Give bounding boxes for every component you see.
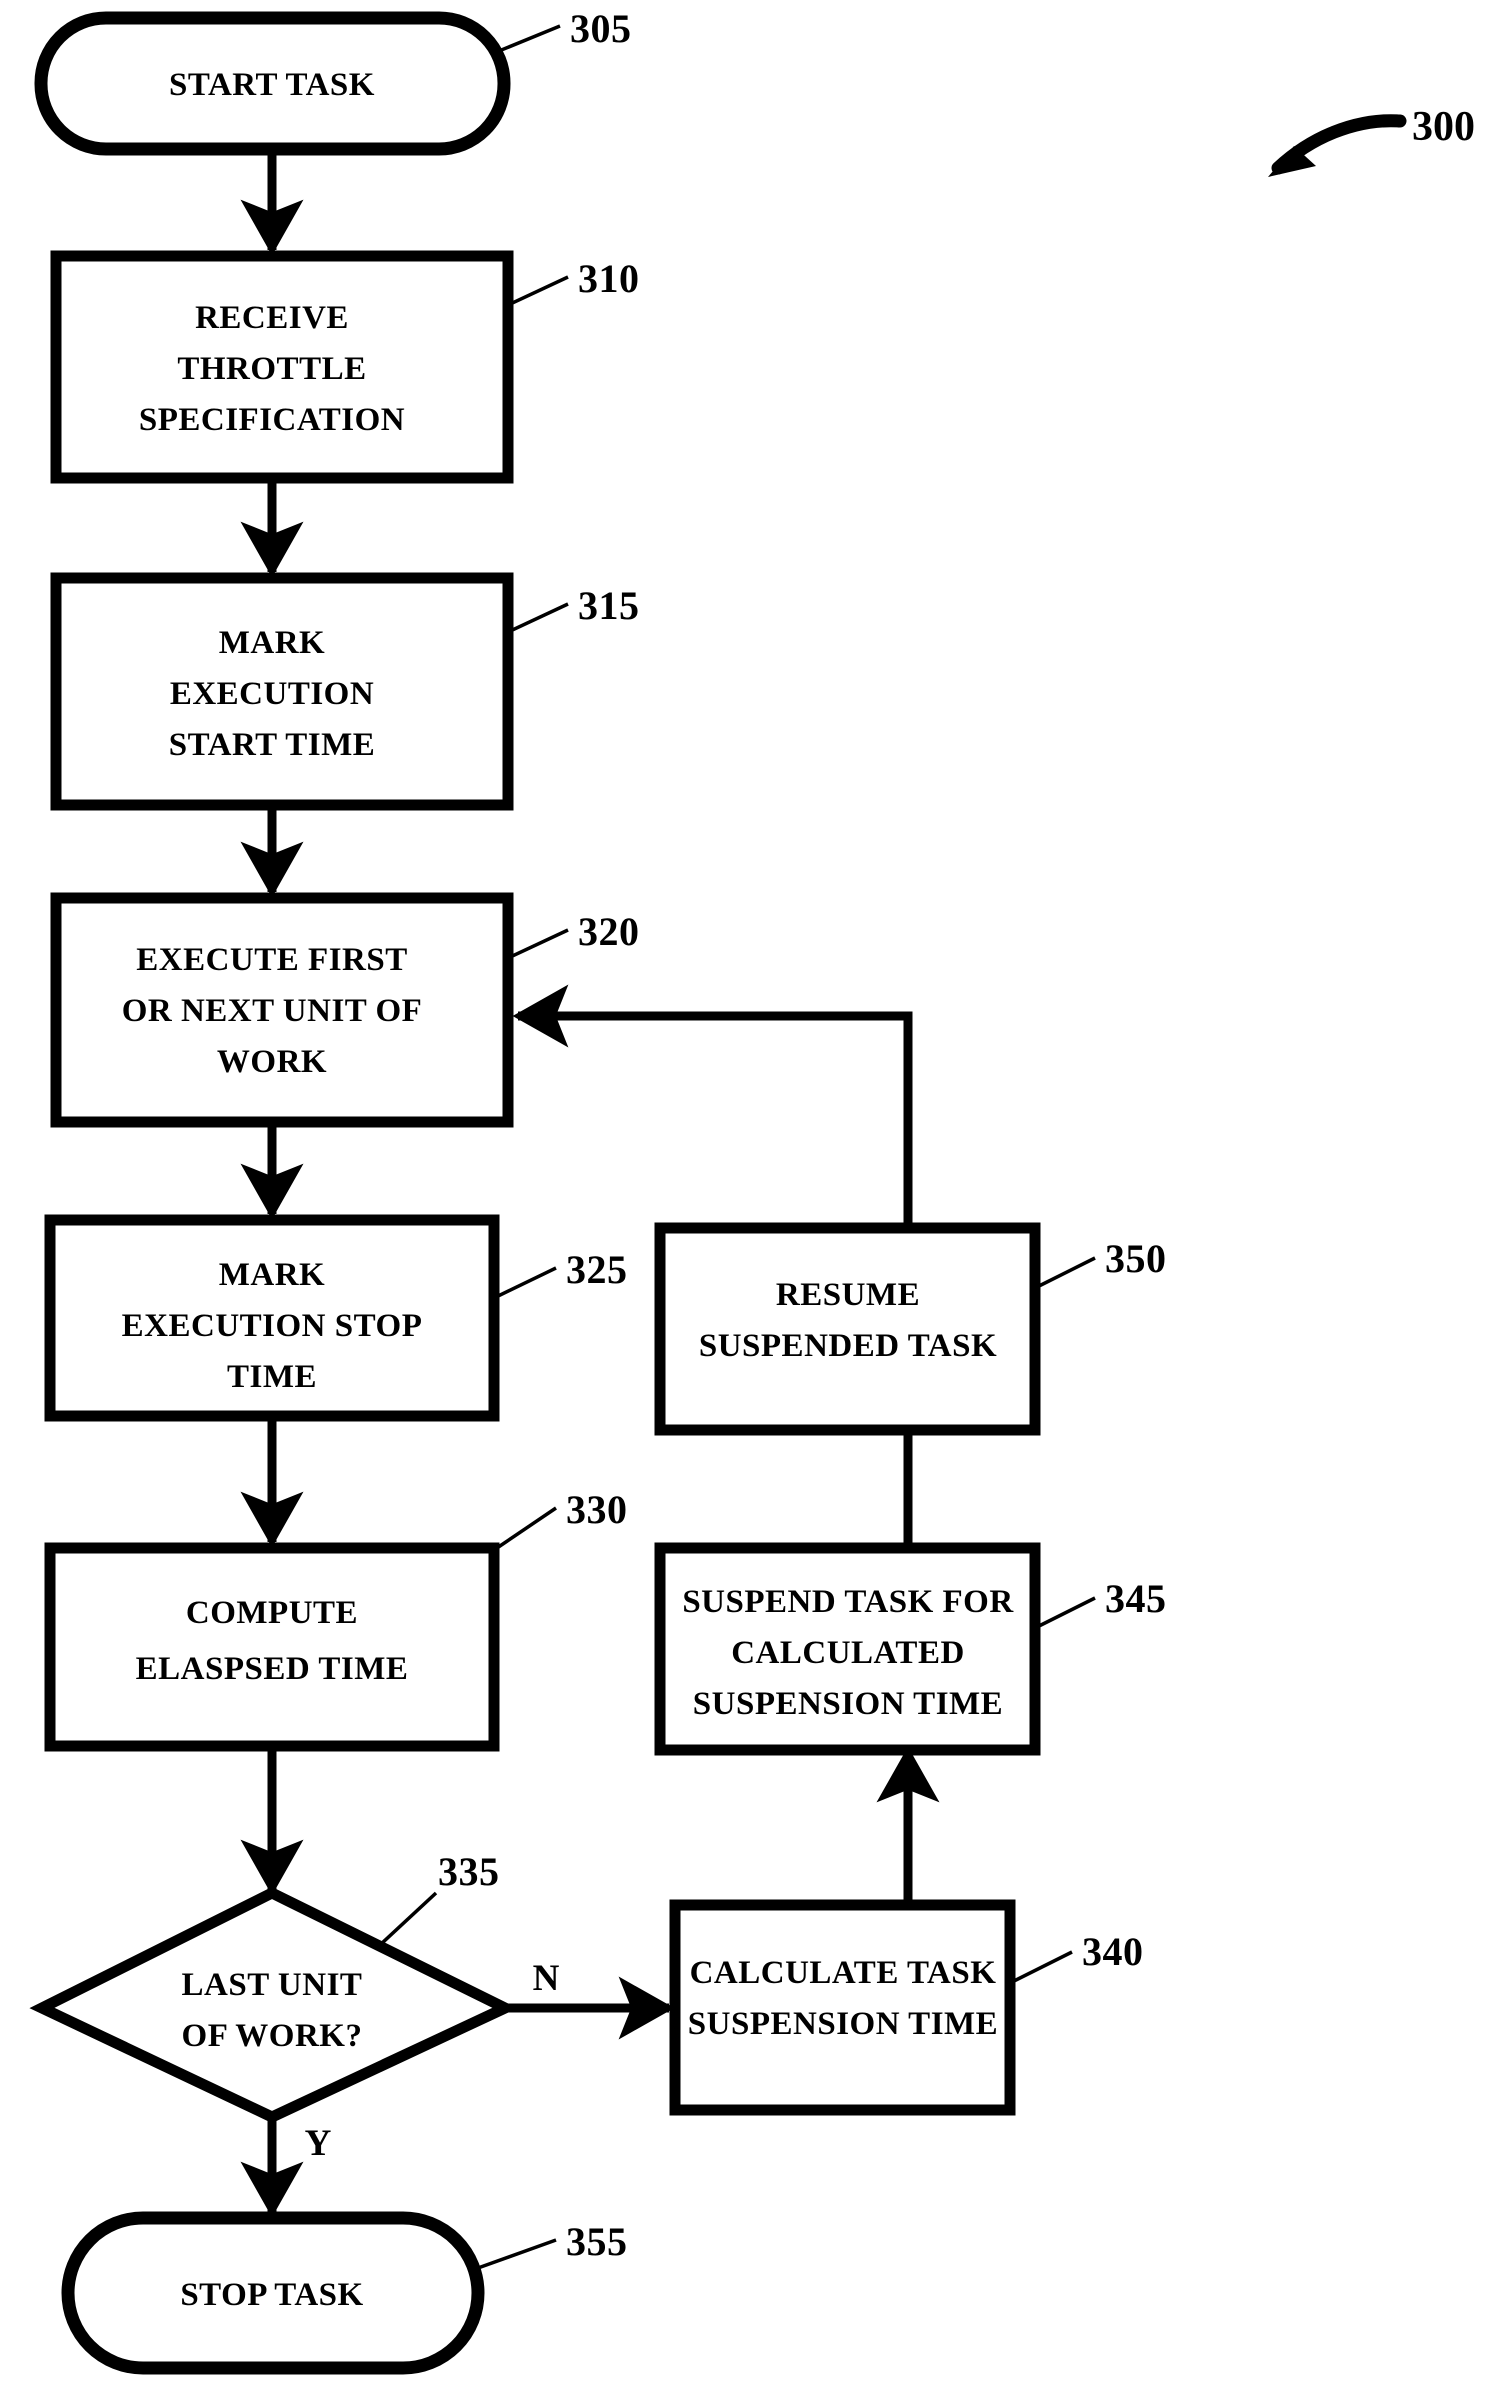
node-last-unit-decision-shape (29, 1886, 518, 2124)
node-mark-execution-start-time-label-line-0: MARK (219, 625, 325, 661)
node-calculate-suspension-time-label-line-0: CALCULATE TASK (690, 1955, 997, 1991)
leader-line-320 (507, 928, 569, 960)
flowchart-diagram: START TASK 305 RECEIVE THROTTLE SPECIFIC… (29, 6, 1475, 2375)
node-execute-unit-of-work-label-line-1: OR NEXT UNIT OF (122, 993, 423, 1029)
ref-label-305: 305 (570, 6, 632, 51)
connector-resume-to-execute-feedback (512, 984, 913, 1228)
node-execute-unit-of-work-label-line-0: EXECUTE FIRST (136, 942, 407, 978)
node-suspend-task-label-line-0: SUSPEND TASK FOR (682, 1584, 1014, 1620)
leader-line-325 (493, 1266, 557, 1300)
node-stop-task-label-line-0: STOP TASK (180, 2277, 363, 2313)
ref-label-355: 355 (566, 2219, 628, 2264)
ref-label-325: 325 (566, 1247, 628, 1292)
node-mark-execution-stop-time-label-line-0: MARK (219, 1257, 325, 1293)
node-resume-suspended-task-label-line-0: RESUME (776, 1277, 920, 1313)
node-mark-execution-stop-time-label-line-1: EXECUTION STOP (122, 1308, 423, 1344)
node-resume-suspended-task[interactable]: RESUME SUSPENDED TASK (654, 1222, 1041, 1436)
leader-line-310 (507, 275, 569, 307)
node-mark-execution-stop-time-label-line-2: TIME (227, 1359, 317, 1395)
node-execute-unit-of-work-label-line-2: WORK (217, 1044, 327, 1080)
node-compute-elapsed-time-label-line-1: ELASPSED TIME (136, 1651, 409, 1687)
ref-label-310: 310 (578, 256, 640, 301)
node-last-unit-decision[interactable]: LAST UNIT OF WORK? (29, 1886, 518, 2124)
leader-line-335 (378, 1891, 438, 1947)
branch-label-no: N (533, 1958, 560, 1999)
node-last-unit-decision-label-line-0: LAST UNIT (182, 1967, 363, 2003)
node-mark-execution-stop-time[interactable]: MARK EXECUTION STOP TIME (44, 1214, 500, 1422)
leader-line-315 (507, 602, 569, 634)
node-start-task-label-line-0: START TASK (169, 67, 375, 103)
node-resume-suspended-task-label-line-1: SUSPENDED TASK (699, 1328, 997, 1364)
ref-label-335: 335 (438, 1849, 500, 1894)
ref-label-340: 340 (1082, 1929, 1144, 1974)
leader-line-330 (493, 1506, 557, 1552)
node-mark-execution-start-time-label-line-1: EXECUTION (170, 676, 374, 712)
node-start-task[interactable]: START TASK (34, 11, 511, 156)
node-execute-unit-of-work[interactable]: EXECUTE FIRST OR NEXT UNIT OF WORK (50, 892, 514, 1128)
node-calculate-suspension-time-label-line-1: SUSPENSION TIME (688, 2006, 998, 2042)
ref-label-345: 345 (1105, 1576, 1167, 1621)
node-calculate-suspension-time[interactable]: CALCULATE TASK SUSPENSION TIME (669, 1899, 1016, 2116)
ref-label-320: 320 (578, 909, 640, 954)
node-suspend-task[interactable]: SUSPEND TASK FOR CALCULATED SUSPENSION T… (654, 1542, 1041, 1756)
flowchart-canvas: START TASK 305 RECEIVE THROTTLE SPECIFIC… (0, 0, 1506, 2402)
node-receive-throttle-specification[interactable]: RECEIVE THROTTLE SPECIFICATION (50, 250, 514, 484)
node-receive-throttle-specification-label-line-2: SPECIFICATION (139, 402, 405, 438)
node-compute-elapsed-time[interactable]: COMPUTE ELASPSED TIME (44, 1542, 500, 1752)
node-stop-task[interactable]: STOP TASK (61, 2211, 485, 2375)
node-mark-execution-start-time-label-line-2: START TIME (169, 727, 376, 763)
node-suspend-task-label-line-2: SUSPENSION TIME (693, 1686, 1003, 1722)
node-mark-execution-start-time[interactable]: MARK EXECUTION START TIME (50, 572, 514, 811)
node-suspend-task-label-line-1: CALCULATED (731, 1635, 965, 1671)
node-receive-throttle-specification-label-line-1: THROTTLE (177, 351, 366, 387)
ref-label-315: 315 (578, 583, 640, 628)
node-receive-throttle-specification-label-line-0: RECEIVE (195, 300, 349, 336)
figure-reference-label: 300 (1412, 104, 1475, 150)
ref-label-330: 330 (566, 1487, 628, 1532)
node-compute-elapsed-time-label-line-0: COMPUTE (186, 1595, 358, 1631)
node-last-unit-decision-label-line-1: OF WORK? (182, 2018, 363, 2054)
leader-line-340 (1009, 1950, 1073, 1985)
leader-line-350 (1034, 1256, 1096, 1290)
ref-label-350: 350 (1105, 1236, 1167, 1281)
leader-line-345 (1034, 1596, 1096, 1630)
leader-line-355 (477, 2238, 557, 2270)
node-compute-elapsed-time-shape (44, 1542, 500, 1752)
branch-label-yes: Y (305, 2123, 332, 2164)
